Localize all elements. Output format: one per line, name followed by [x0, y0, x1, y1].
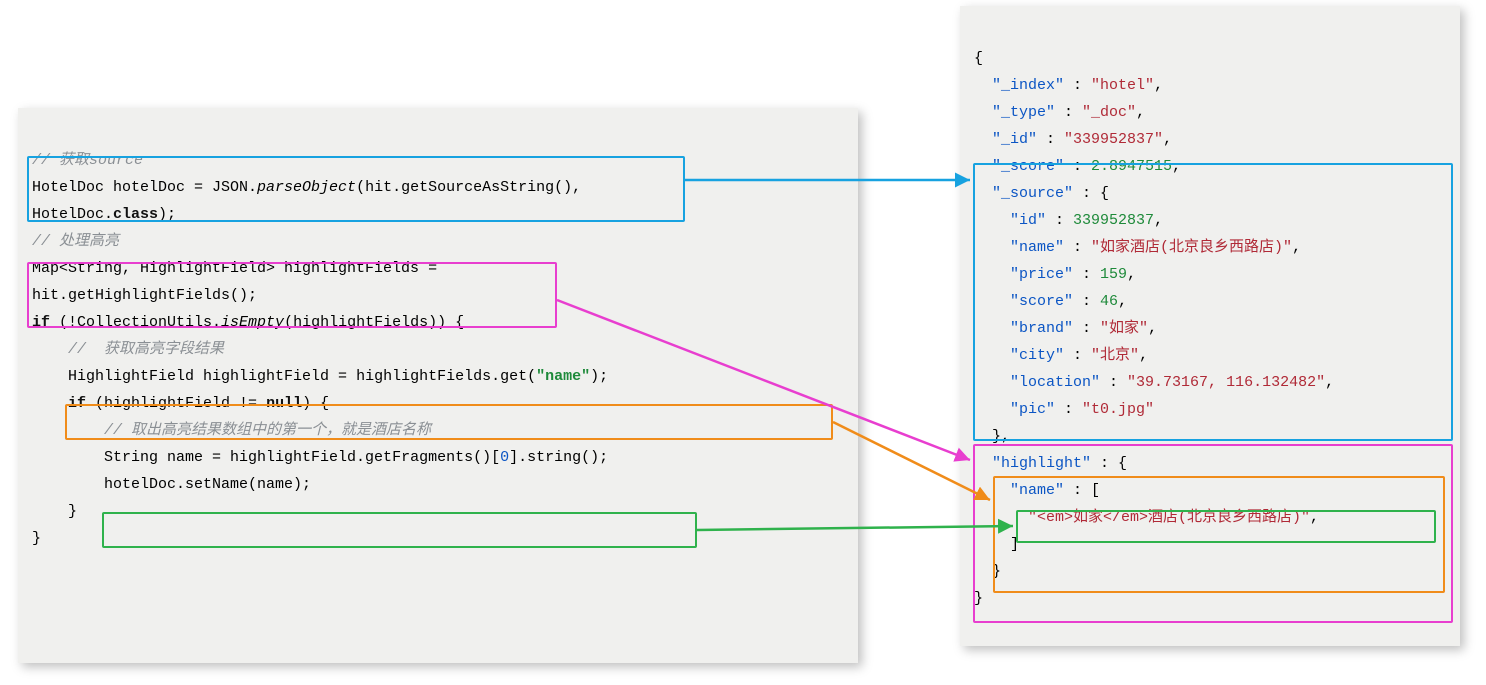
java-code-panel: // 获取source HotelDoc hotelDoc = JSON.par… [18, 108, 858, 663]
code-line: if (!CollectionUtils.isEmpty(highlightFi… [32, 314, 464, 331]
json-line: "name" : [ [974, 482, 1100, 499]
json-line: { [974, 50, 983, 67]
code-line: // 取出高亮结果数组中的第一个，就是酒店名称 [32, 422, 431, 439]
json-line: "name" : "如家酒店(北京良乡西路店)", [974, 239, 1301, 256]
json-line: } [974, 590, 983, 607]
json-line: "brand" : "如家", [974, 320, 1157, 337]
json-line: "_score" : 2.8947515, [974, 158, 1181, 175]
code-line: hotelDoc.setName(name); [32, 476, 311, 493]
code-line: HotelDoc.class); [32, 206, 176, 223]
json-line: "_index" : "hotel", [974, 77, 1163, 94]
json-line: "id" : 339952837, [974, 212, 1163, 229]
json-line: "highlight" : { [974, 455, 1127, 472]
code-line: Map<String, HighlightField> highlightFie… [32, 260, 437, 277]
json-line: "price" : 159, [974, 266, 1136, 283]
json-line: } [974, 563, 1001, 580]
code-line: HighlightField highlightField = highligh… [32, 368, 608, 385]
json-line: "pic" : "t0.jpg" [974, 401, 1154, 418]
json-line: ] [974, 536, 1019, 553]
json-line: "_id" : "339952837", [974, 131, 1172, 148]
json-line: "location" : "39.73167, 116.132482", [974, 374, 1334, 391]
code-line: hit.getHighlightFields(); [32, 287, 257, 304]
code-line: if (highlightField != null) { [32, 395, 329, 412]
code-line: } [32, 530, 41, 547]
json-line: "score" : 46, [974, 293, 1127, 310]
json-line: "_type" : "_doc", [974, 104, 1145, 121]
json-line: "_source" : { [974, 185, 1109, 202]
code-line: } [32, 503, 77, 520]
json-line: "city" : "北京", [974, 347, 1148, 364]
json-line: }, [974, 428, 1010, 445]
comment-get-source: // 获取source [32, 152, 143, 169]
code-line: String name = highlightField.getFragment… [32, 449, 608, 466]
code-line: HotelDoc hotelDoc = JSON.parseObject(hit… [32, 179, 581, 196]
code-line: // 获取高亮字段结果 [32, 341, 224, 358]
comment-handle-highlight: // 处理高亮 [32, 233, 119, 250]
json-line: "<em>如家</em>酒店(北京良乡西路店)", [974, 509, 1319, 526]
json-response-panel: { "_index" : "hotel", "_type" : "_doc", … [960, 6, 1460, 646]
